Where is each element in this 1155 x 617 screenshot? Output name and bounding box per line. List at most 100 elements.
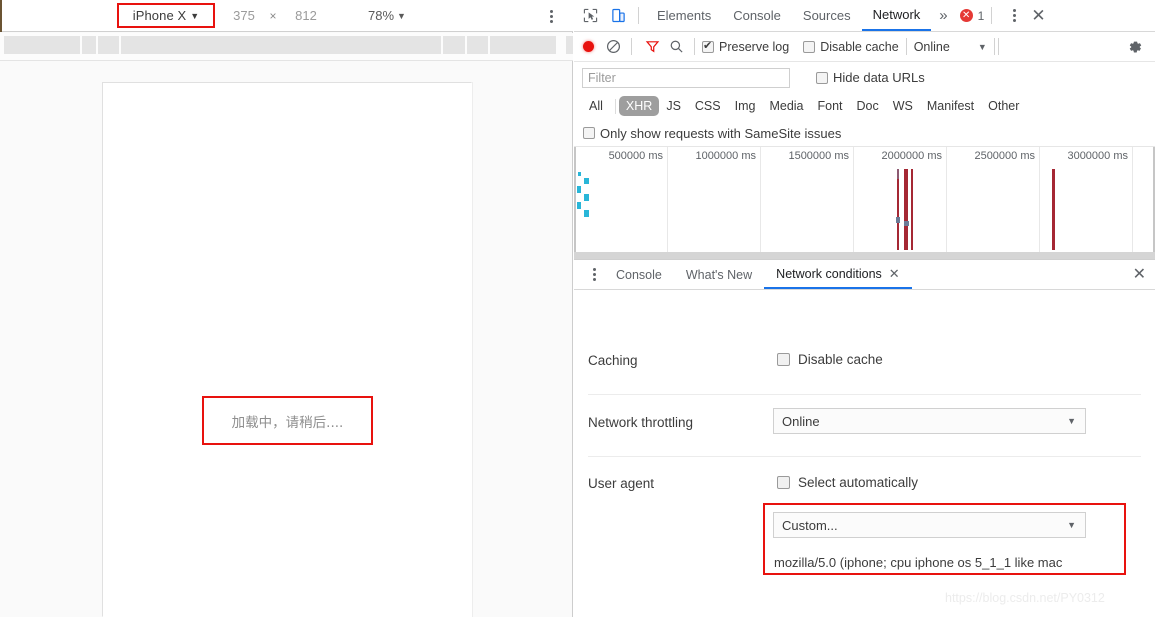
drawer-tab-console[interactable]: Console bbox=[604, 260, 674, 289]
error-count-badge[interactable]: ✕ 1 bbox=[959, 9, 984, 23]
toolbar-accent-bar bbox=[0, 0, 2, 32]
preserve-log-checkbox[interactable]: Preserve log bbox=[702, 39, 790, 54]
timeline-request-bar bbox=[584, 210, 589, 217]
preserve-log-label: Preserve log bbox=[719, 39, 790, 54]
checkbox-checked-icon bbox=[702, 39, 714, 53]
devtools-menu-button[interactable] bbox=[1005, 6, 1023, 26]
timeline-request-bar bbox=[897, 169, 899, 250]
drawer-tab-label: Console bbox=[616, 267, 662, 282]
device-selector[interactable]: iPhone X ▼ bbox=[117, 3, 215, 28]
viewport-ruler[interactable] bbox=[0, 33, 573, 61]
filter-input[interactable]: Filter bbox=[582, 67, 790, 88]
timeline-request-bar bbox=[1052, 169, 1055, 250]
timeline-request-bar bbox=[904, 221, 909, 226]
chevron-down-icon: ▼ bbox=[1067, 520, 1076, 530]
ua-select[interactable]: Custom... ▼ bbox=[773, 512, 1086, 538]
chevron-down-icon: ▼ bbox=[1067, 416, 1076, 426]
samesite-issues-label: Only show requests with SameSite issues bbox=[600, 125, 842, 141]
disable-cache-checkbox[interactable]: Disable cache bbox=[803, 40, 899, 54]
close-drawer-icon[interactable]: ✕ bbox=[1133, 266, 1146, 283]
viewport-height-input[interactable]: 812 bbox=[286, 8, 326, 23]
drawer-tab-label: Network conditions bbox=[776, 266, 882, 281]
dimension-separator: × bbox=[269, 9, 277, 23]
timeline-tick-label: 3000000 ms bbox=[1067, 150, 1128, 162]
type-filter-xhr[interactable]: XHR bbox=[618, 96, 660, 116]
disable-cache-label: Disable cache bbox=[820, 39, 899, 54]
tab-console[interactable]: Console bbox=[722, 0, 792, 31]
tab-elements[interactable]: Elements bbox=[646, 0, 722, 31]
device-toolbar-icon[interactable] bbox=[605, 3, 631, 29]
filter-funnel-icon[interactable] bbox=[641, 36, 663, 58]
ruler-segment bbox=[467, 36, 488, 54]
drawer-menu-button[interactable] bbox=[584, 265, 604, 285]
type-filter-all[interactable]: All bbox=[582, 96, 610, 116]
device-emulation-pane: iPhone X ▼ 375 × 812 78% ▼ 加载中，请稍后.... bbox=[0, 0, 573, 617]
vertical-dots-icon bbox=[1012, 14, 1016, 17]
error-circle-icon: ✕ bbox=[959, 9, 973, 22]
search-magnifier-icon[interactable] bbox=[665, 36, 687, 58]
close-devtools-icon[interactable]: ✕ bbox=[1031, 7, 1045, 24]
devtools-panel: Elements Console Sources Network » ✕ 1 ✕ bbox=[574, 0, 1155, 617]
network-filter-row: Filter Hide data URLs bbox=[574, 62, 1155, 93]
type-filter-manifest[interactable]: Manifest bbox=[920, 96, 981, 116]
clear-no-entry-icon[interactable] bbox=[602, 36, 624, 58]
ua-string-input[interactable]: mozilla/5.0 (iphone; cpu iphone os 5_1_1… bbox=[774, 555, 1062, 570]
nc-throttling-value: Online bbox=[782, 413, 820, 429]
select-automatically-checkbox[interactable]: Select automatically bbox=[777, 475, 918, 490]
timeline-request-bar bbox=[577, 202, 581, 209]
throttling-selector[interactable]: Online ▼ bbox=[914, 40, 987, 54]
device-selector-label: iPhone X ▼ bbox=[132, 8, 200, 23]
ruler-segment bbox=[98, 36, 119, 54]
zoom-selector[interactable]: 78% ▼ bbox=[368, 8, 406, 23]
gear-icon[interactable] bbox=[1124, 36, 1146, 58]
drawer-tabbar: Console What's New Network conditions ✕ … bbox=[574, 260, 1155, 290]
type-filter-other[interactable]: Other bbox=[981, 96, 1026, 116]
close-tab-icon[interactable]: ✕ bbox=[889, 266, 900, 282]
vertical-dots-icon bbox=[1012, 9, 1016, 12]
hide-data-urls-label: Hide data URLs bbox=[833, 70, 925, 85]
type-filter-doc[interactable]: Doc bbox=[850, 96, 886, 116]
network-overview-timeline[interactable]: 500000 ms 1000000 ms 1500000 ms 2000000 … bbox=[574, 147, 1155, 259]
watermark-text: https://blog.csdn.net/PY0312 bbox=[945, 591, 1105, 605]
type-filter-img[interactable]: Img bbox=[728, 96, 763, 116]
more-tabs-icon[interactable]: » bbox=[931, 0, 955, 31]
overview-scrollbar[interactable] bbox=[574, 252, 1155, 259]
type-filter-js[interactable]: JS bbox=[659, 96, 688, 116]
type-filter-ws[interactable]: WS bbox=[886, 96, 920, 116]
type-filter-font[interactable]: Font bbox=[811, 96, 850, 116]
checkbox-unchecked-icon bbox=[583, 127, 595, 139]
type-filter-css[interactable]: CSS bbox=[688, 96, 728, 116]
device-toolbar-menu-button[interactable] bbox=[542, 7, 560, 25]
tab-network[interactable]: Network bbox=[861, 0, 932, 31]
toolbar-divider bbox=[905, 38, 907, 55]
screenshot-root: iPhone X ▼ 375 × 812 78% ▼ 加载中，请稍后.... E… bbox=[0, 0, 1155, 617]
vertical-dots-icon bbox=[592, 273, 596, 276]
record-circle-icon[interactable] bbox=[583, 41, 594, 52]
devtools-tabbar: Elements Console Sources Network » ✕ 1 ✕ bbox=[574, 0, 1155, 32]
inspect-cursor-icon[interactable] bbox=[577, 3, 603, 29]
nc-disable-cache-label: Disable cache bbox=[798, 352, 883, 367]
timeline-tick-label: 2000000 ms bbox=[881, 150, 942, 162]
nc-disable-cache-checkbox[interactable]: Disable cache bbox=[777, 352, 883, 367]
loading-message-highlight: 加载中，请稍后.... bbox=[202, 396, 373, 445]
viewport-width-input[interactable]: 375 bbox=[224, 8, 264, 23]
tab-sources[interactable]: Sources bbox=[792, 0, 862, 31]
nc-throttling-select[interactable]: Online ▼ bbox=[773, 408, 1086, 434]
emulated-device-viewport[interactable] bbox=[103, 83, 472, 617]
vertical-dots-icon bbox=[549, 19, 553, 23]
samesite-issues-checkbox[interactable]: Only show requests with SameSite issues bbox=[583, 126, 841, 141]
chevron-down-icon: ▼ bbox=[397, 11, 406, 21]
chevron-down-icon: ▼ bbox=[977, 41, 987, 52]
device-toolbar: iPhone X ▼ 375 × 812 78% ▼ bbox=[0, 0, 573, 32]
select-automatically-label: Select automatically bbox=[798, 475, 919, 490]
drawer-tab-network-conditions[interactable]: Network conditions ✕ bbox=[764, 260, 912, 289]
hide-data-urls-checkbox[interactable]: Hide data URLs bbox=[816, 70, 925, 85]
toolbar-divider bbox=[991, 7, 993, 24]
vertical-dots-icon bbox=[1012, 19, 1016, 22]
toolbar-divider bbox=[694, 38, 695, 55]
throttling-value: Online bbox=[913, 39, 950, 54]
type-filter-media[interactable]: Media bbox=[762, 96, 810, 116]
ruler-segment bbox=[82, 36, 96, 54]
drawer-tab-whats-new[interactable]: What's New bbox=[674, 260, 764, 289]
timeline-request-bar bbox=[911, 169, 913, 250]
